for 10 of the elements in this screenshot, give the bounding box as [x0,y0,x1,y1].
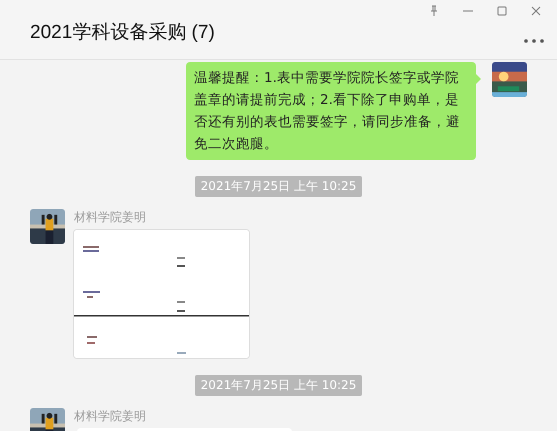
more-icon[interactable] [523,38,545,44]
timestamp: 2021年7月25日 上午 10:25 [194,176,362,197]
maximize-icon[interactable] [495,4,509,18]
timestamp: 2021年7月25日 上午 10:25 [194,375,362,396]
window-title: 2021学科设备采购 (7) [30,21,215,45]
close-icon[interactable] [529,4,543,18]
sender-name: 材料学院姜明 [74,408,147,425]
sender-name: 材料学院姜明 [74,209,147,226]
message-bubble: 温馨提醒：1.表中需要学院院长签字或学院盖章的请提前完成；2.看下除了申购单，是否还有别的表也需要签字，请同步准备，避免二次跑腿。 [186,62,476,160]
bubble-tail [476,74,481,84]
